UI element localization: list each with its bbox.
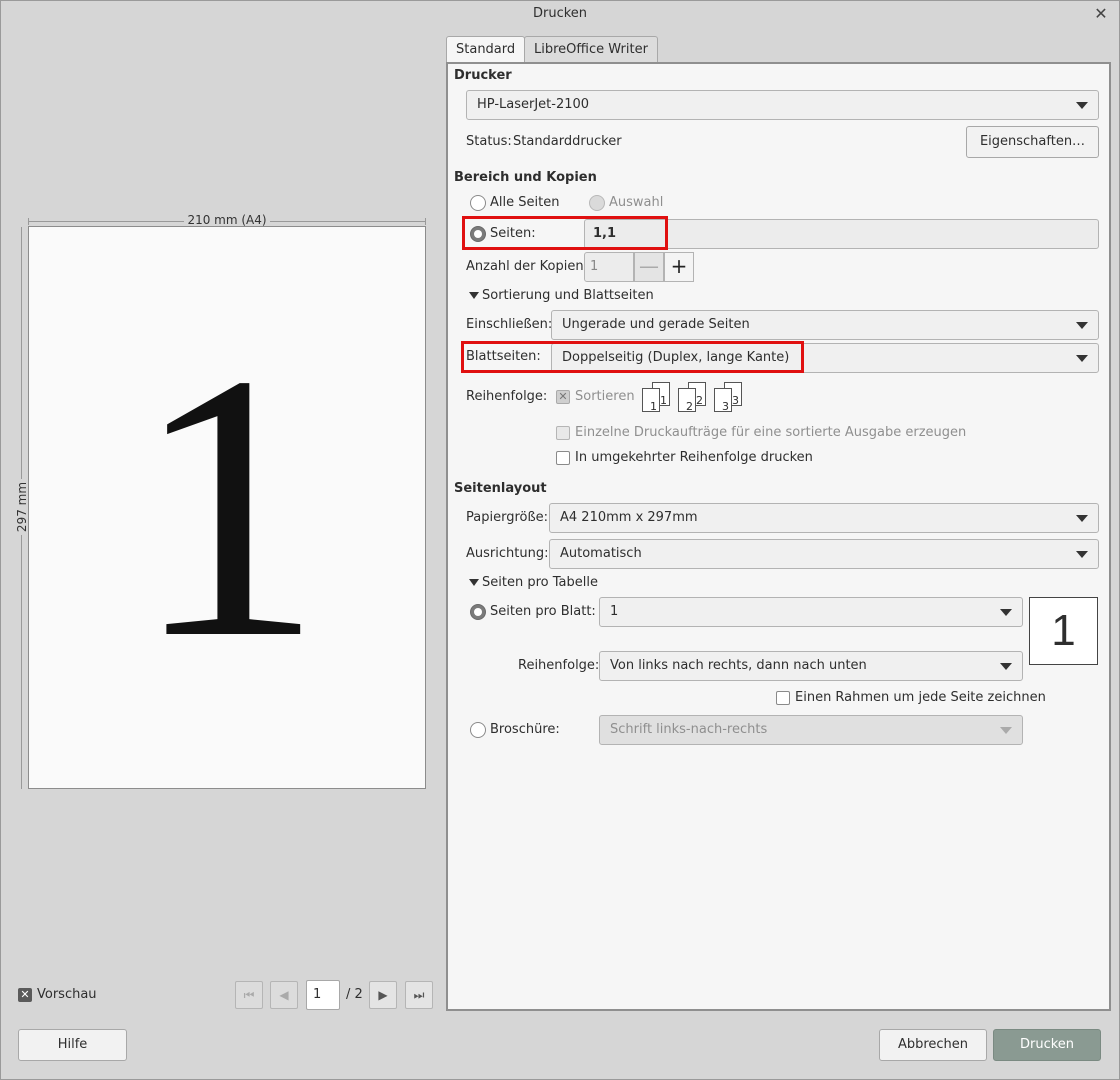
printer-section-title: Drucker	[454, 68, 512, 83]
cancel-button[interactable]: Abbrechen	[879, 1029, 987, 1061]
help-button[interactable]: Hilfe	[18, 1029, 127, 1061]
orientation-value: Automatisch	[560, 546, 642, 561]
all-pages-radio[interactable]	[470, 195, 486, 211]
pages-per-sheet-radio[interactable]	[470, 604, 486, 620]
total-pages-label: / 2	[346, 987, 363, 1002]
selection-radio[interactable]	[589, 195, 605, 211]
printer-properties-button[interactable]: Eigenschaften…	[966, 126, 1099, 158]
pages-highlight-box	[462, 216, 668, 250]
page-height-label: 297 mm	[15, 467, 29, 547]
chevron-down-icon	[1000, 727, 1012, 734]
page-icon: 2	[678, 388, 696, 413]
reverse-order-checkbox[interactable]	[556, 451, 570, 465]
tab-standard[interactable]: Standard	[446, 36, 526, 64]
brochure-label: Broschüre:	[490, 722, 560, 737]
chevron-down-icon	[1076, 551, 1088, 558]
copies-input[interactable]: 1	[584, 252, 634, 282]
tab-libreoffice-writer[interactable]: LibreOffice Writer	[524, 36, 658, 62]
preview-page-content: 1	[133, 296, 323, 717]
print-preview-page: 1	[28, 226, 426, 789]
brochure-select-value: Schrift links-nach-rechts	[610, 722, 768, 737]
page-order-value: Von links nach rechts, dann nach unten	[610, 658, 867, 673]
print-button[interactable]: Drucken	[993, 1029, 1101, 1061]
printer-select[interactable]: HP-LaserJet-2100	[466, 90, 1099, 120]
copies-label: Anzahl der Kopien:	[466, 259, 588, 274]
pages-per-sheet-label: Seiten pro Blatt:	[490, 604, 596, 619]
page-order-label: Reihenfolge:	[518, 658, 600, 673]
include-select-value: Ungerade und gerade Seiten	[562, 317, 750, 332]
separate-jobs-label: Einzelne Druckaufträge für eine sortiert…	[575, 425, 967, 440]
include-label: Einschließen:	[466, 317, 553, 332]
chevron-down-icon	[1076, 355, 1088, 362]
orientation-select[interactable]: Automatisch	[549, 539, 1099, 569]
preview-checkbox-label: Vorschau	[37, 987, 97, 1002]
orientation-label: Ausrichtung:	[466, 546, 549, 561]
expander-open-icon[interactable]	[469, 292, 479, 299]
printer-status-value: Standarddrucker	[513, 134, 622, 149]
page-number-input[interactable]: 1	[306, 980, 340, 1010]
include-select[interactable]: Ungerade und gerade Seiten	[551, 310, 1099, 340]
layout-section-title: Seitenlayout	[454, 481, 547, 496]
chevron-down-icon	[1000, 663, 1012, 670]
paper-size-label: Papiergröße:	[466, 510, 549, 525]
all-pages-label: Alle Seiten	[490, 195, 560, 210]
collate-checkbox[interactable]: ✕	[556, 390, 570, 404]
chevron-down-icon	[1076, 515, 1088, 522]
collate-icon: 1 1 2 2 3 3	[640, 380, 750, 414]
page-border-label: Einen Rahmen um jede Seite zeichnen	[795, 690, 1046, 705]
collate-label: Sortieren	[575, 389, 635, 404]
expander-open-icon[interactable]	[469, 579, 479, 586]
first-page-icon: ⏮	[243, 988, 255, 1002]
pages-per-sheet-select[interactable]: 1	[599, 597, 1023, 627]
printer-select-value: HP-LaserJet-2100	[477, 97, 590, 112]
chevron-down-icon	[1076, 102, 1088, 109]
copies-decrement-button[interactable]: —	[634, 252, 664, 282]
next-page-button[interactable]: ▶	[369, 981, 397, 1009]
last-page-icon: ⏭	[413, 988, 425, 1002]
copies-increment-button[interactable]: +	[664, 252, 694, 282]
preview-checkbox[interactable]: ✕	[18, 988, 32, 1002]
chevron-down-icon	[1076, 322, 1088, 329]
printer-status-label: Status:	[466, 134, 512, 149]
last-page-button[interactable]: ⏭	[405, 981, 433, 1009]
page-border-checkbox[interactable]	[776, 691, 790, 705]
reverse-order-label: In umgekehrter Reihenfolge drucken	[575, 450, 813, 465]
sorting-expander-label[interactable]: Sortierung und Blattseiten	[482, 288, 654, 303]
sides-highlight-box	[461, 341, 804, 373]
chevron-down-icon	[1000, 609, 1012, 616]
pages-per-sheet-value: 1	[610, 604, 619, 619]
range-section-title: Bereich und Kopien	[454, 170, 597, 185]
arrow-left-icon: ◀	[279, 988, 289, 1002]
page-width-label: 210 mm (A4)	[0, 213, 454, 227]
arrow-right-icon: ▶	[378, 988, 388, 1002]
pages-per-sheet-preview: 1	[1029, 597, 1098, 665]
pages-per-sheet-expander-label[interactable]: Seiten pro Tabelle	[482, 575, 598, 590]
first-page-button[interactable]: ⏮	[235, 981, 263, 1009]
order-label: Reihenfolge:	[466, 389, 548, 404]
window-title: Drucken	[0, 0, 1120, 28]
separate-jobs-checkbox[interactable]	[556, 426, 570, 440]
brochure-select[interactable]: Schrift links-nach-rechts	[599, 715, 1023, 745]
paper-size-select[interactable]: A4 210mm x 297mm	[549, 503, 1099, 533]
brochure-radio[interactable]	[470, 722, 486, 738]
page-icon: 1	[642, 388, 660, 413]
page-icon: 3	[714, 388, 732, 413]
paper-size-value: A4 210mm x 297mm	[560, 510, 698, 525]
previous-page-button[interactable]: ◀	[270, 981, 298, 1009]
selection-label: Auswahl	[609, 195, 664, 210]
close-icon[interactable]: ✕	[1092, 0, 1110, 28]
page-order-select[interactable]: Von links nach rechts, dann nach unten	[599, 651, 1023, 681]
